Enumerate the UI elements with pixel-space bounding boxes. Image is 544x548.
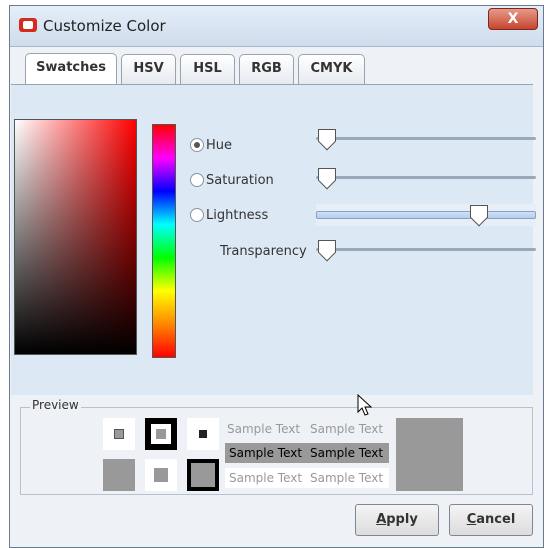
sample-text-light-3: Sample Text: [229, 471, 303, 485]
sample-text-light-1: Sample Text: [227, 422, 301, 436]
apply-label-rest: pply: [386, 512, 418, 527]
saturation-label: Saturation: [206, 172, 274, 188]
transparency-slider[interactable]: [316, 239, 536, 261]
apply-mnemonic: A: [376, 512, 387, 527]
tab-rgb[interactable]: RGB: [239, 54, 294, 84]
color-field[interactable]: [14, 119, 137, 355]
lightness-radio[interactable]: [190, 208, 204, 222]
preview-color-swatch: [396, 418, 463, 491]
preview-label: Preview: [30, 398, 81, 412]
preview-swatch-white-frame: [103, 418, 135, 450]
lightness-label: Lightness: [206, 207, 269, 223]
hue-slider-thumb[interactable]: [318, 129, 336, 147]
saturation-slider[interactable]: [316, 167, 536, 189]
transparency-label: Transparency: [220, 244, 307, 259]
tab-hsl[interactable]: HSL: [180, 54, 235, 84]
lightness-radio-row[interactable]: Lightness: [190, 206, 268, 224]
tab-cmyk[interactable]: CMYK: [298, 54, 365, 84]
preview-swatch-black-frame: [145, 418, 177, 450]
hue-radio-row[interactable]: Hue: [190, 136, 232, 154]
preview-swatch-black-border: [187, 459, 219, 491]
preview-swatch-dark-dot: [187, 418, 219, 450]
hue-spectrum-bar[interactable]: [152, 124, 176, 358]
cancel-label-rest: ancel: [476, 512, 516, 527]
tab-swatches[interactable]: Swatches: [25, 53, 117, 85]
lightness-slider-track[interactable]: [316, 211, 536, 219]
oracle-app-icon: [19, 18, 37, 32]
hue-slider-track[interactable]: [316, 137, 536, 140]
window-title: Customize Color: [43, 17, 166, 35]
close-button[interactable]: X: [488, 8, 538, 30]
cancel-button[interactable]: Cancel: [449, 504, 533, 536]
saturation-radio-row[interactable]: Saturation: [190, 171, 274, 189]
sample-text-light-4: Sample Text: [310, 471, 384, 485]
saturation-slider-thumb[interactable]: [318, 168, 336, 186]
transparency-slider-thumb[interactable]: [318, 240, 336, 258]
tab-hsv[interactable]: HSV: [121, 54, 176, 84]
saturation-radio[interactable]: [190, 173, 204, 187]
apply-button[interactable]: Apply: [355, 504, 439, 536]
title-bar: Customize Color X: [10, 6, 543, 47]
preview-swatch-gray-center: [145, 459, 177, 491]
mouse-cursor-icon: [357, 394, 373, 416]
transparency-slider-track[interactable]: [316, 248, 536, 251]
sample-text-dark-2: Sample Text: [310, 446, 384, 460]
sample-text-light-2: Sample Text: [310, 422, 384, 436]
hue-label: Hue: [206, 137, 233, 153]
lightness-slider[interactable]: [316, 204, 536, 226]
cancel-mnemonic: C: [466, 512, 477, 527]
preview-swatch-gray-fill: [103, 459, 135, 491]
hue-radio[interactable]: [190, 138, 204, 152]
sample-text-dark-1: Sample Text: [229, 446, 303, 460]
hue-slider[interactable]: [316, 128, 536, 150]
lightness-slider-thumb[interactable]: [469, 205, 488, 223]
saturation-slider-track[interactable]: [316, 176, 536, 179]
